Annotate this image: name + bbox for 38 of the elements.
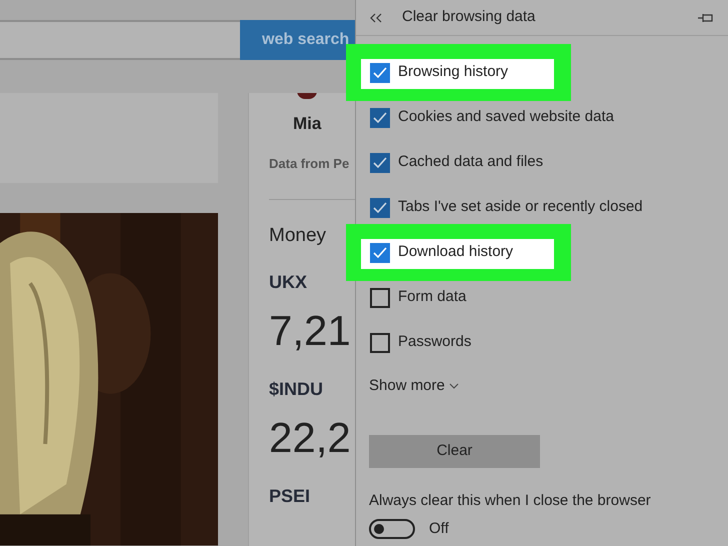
checkmark-icon	[373, 246, 387, 258]
checkbox[interactable]	[370, 332, 390, 352]
toggle-state-text: Off	[429, 519, 449, 539]
clear-button[interactable]: Clear	[369, 434, 540, 468]
show-more-link[interactable]: Show more	[369, 375, 459, 398]
checkbox[interactable]	[370, 108, 390, 128]
pin-icon[interactable]	[698, 12, 714, 22]
checkbox[interactable]	[370, 198, 390, 218]
search-field[interactable]	[0, 20, 240, 60]
checkbox[interactable]	[370, 242, 390, 262]
stock-value: 7,21	[269, 306, 351, 356]
checkbox[interactable]	[370, 152, 390, 172]
toggle-switch[interactable]	[369, 519, 415, 540]
checkbox[interactable]	[370, 288, 390, 308]
chevron-down-icon	[448, 383, 459, 390]
stock-symbol: PSEI	[269, 484, 312, 508]
option-label: Download history	[398, 242, 514, 262]
checkmark-icon	[373, 156, 387, 168]
option-label: Cached data and files	[398, 152, 544, 172]
stock-symbol: UKX	[269, 270, 308, 294]
checkmark-icon	[373, 66, 387, 78]
checkbox[interactable]	[370, 62, 390, 82]
double-chevron-left-icon[interactable]	[370, 12, 382, 22]
stock-value: 22,2	[269, 412, 351, 463]
stock-symbol: $INDU	[269, 378, 324, 401]
money-heading[interactable]: Money	[269, 222, 326, 251]
data-source-text: Data from Pe	[269, 154, 350, 173]
option-label: Cookies and saved website data	[398, 107, 614, 128]
panel-title: Clear browsing data	[402, 7, 536, 28]
checkmark-icon	[373, 112, 387, 124]
option-label: Tabs I've set aside or recently closed	[398, 197, 643, 218]
option-label: Browsing history	[398, 62, 508, 82]
always-clear-label: Always clear this when I close the browser	[369, 490, 652, 510]
option-label: Passwords	[398, 332, 472, 352]
option-label: Form data	[398, 287, 466, 308]
profile-name: Mia	[293, 113, 322, 136]
avatar-icon	[297, 93, 317, 100]
checkmark-icon	[373, 202, 387, 214]
